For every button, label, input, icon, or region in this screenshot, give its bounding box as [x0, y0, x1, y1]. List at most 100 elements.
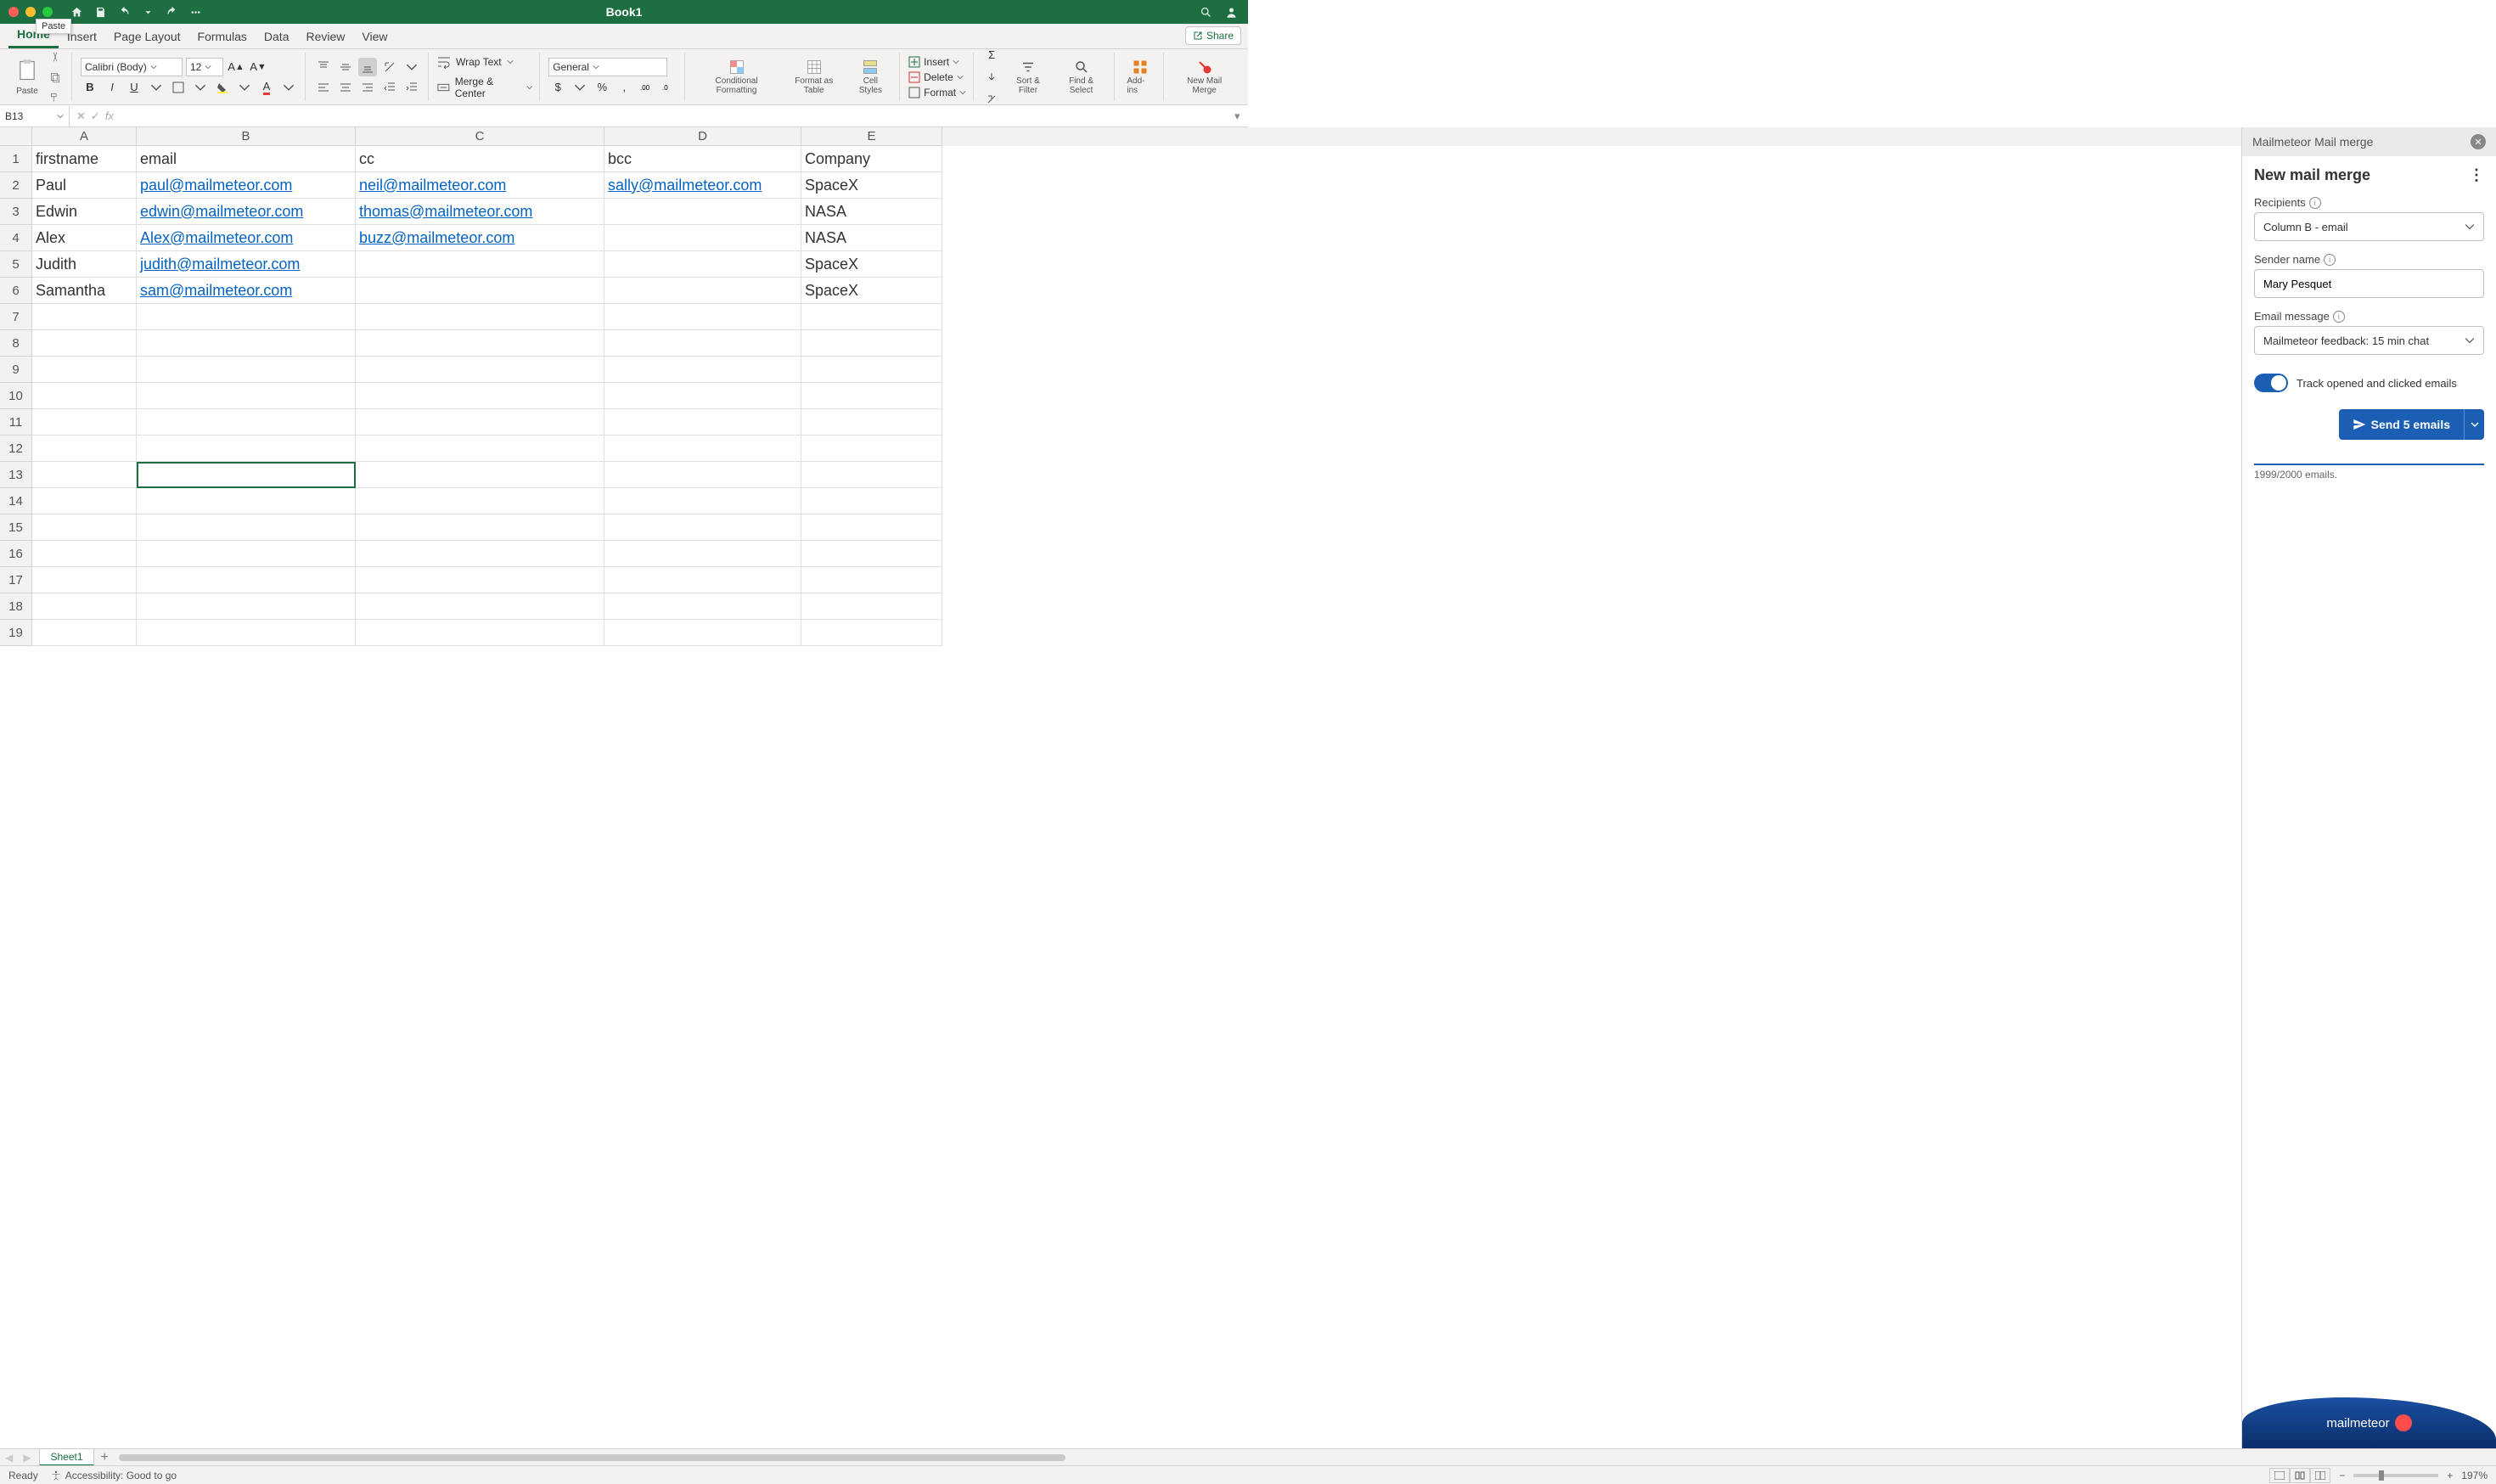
cell-D7[interactable] [604, 304, 801, 330]
cell-E10[interactable] [801, 383, 942, 409]
cell-C17[interactable] [356, 567, 604, 593]
cell-D1[interactable]: bcc [604, 146, 801, 172]
col-header-E[interactable]: E [801, 127, 942, 146]
send-emails-button[interactable]: Send 5 emails [2339, 409, 2464, 440]
sheet-tab-sheet1[interactable]: Sheet1 [39, 1448, 93, 1466]
cell-A18[interactable] [32, 593, 137, 620]
share-button[interactable]: Share [1185, 26, 1241, 45]
decrease-decimal-icon[interactable]: .0 [659, 78, 677, 97]
cell-C16[interactable] [356, 541, 604, 567]
cell-D6[interactable] [604, 278, 801, 304]
row-header[interactable]: 7 [0, 304, 32, 330]
row-header[interactable]: 13 [0, 462, 32, 488]
cell-B14[interactable] [137, 488, 356, 514]
view-normal-icon[interactable] [2269, 1468, 2290, 1483]
row-header[interactable]: 8 [0, 330, 32, 357]
tab-review[interactable]: Review [297, 25, 353, 48]
cell-B17[interactable] [137, 567, 356, 593]
increase-indent-icon[interactable] [402, 78, 421, 97]
increase-font-icon[interactable]: A▲ [227, 58, 245, 76]
row-header[interactable]: 3 [0, 199, 32, 225]
addins-button[interactable]: Add-ins [1123, 58, 1156, 97]
recipients-select[interactable]: Column B - email [2254, 212, 2484, 241]
delete-cells-button[interactable]: Delete [908, 71, 966, 83]
cell-D15[interactable] [604, 514, 801, 541]
cell-D2[interactable]: sally@mailmeteor.com [604, 172, 801, 199]
row-header[interactable]: 14 [0, 488, 32, 514]
cell-E8[interactable] [801, 330, 942, 357]
cell-D3[interactable] [604, 199, 801, 225]
row-header[interactable]: 18 [0, 593, 32, 620]
decrease-indent-icon[interactable] [380, 78, 399, 97]
fill-icon[interactable] [982, 68, 1001, 87]
align-middle-icon[interactable] [336, 58, 355, 76]
cell-B3[interactable]: edwin@mailmeteor.com [137, 199, 356, 225]
cell-styles-button[interactable]: Cell Styles [849, 58, 892, 97]
autosum-icon[interactable]: Σ [982, 46, 1001, 65]
cell-A8[interactable] [32, 330, 137, 357]
cell-E1[interactable]: Company [801, 146, 942, 172]
cell-C1[interactable]: cc [356, 146, 604, 172]
orientation-icon[interactable] [380, 58, 399, 76]
cell-D19[interactable] [604, 620, 801, 646]
cell-C14[interactable] [356, 488, 604, 514]
cell-C19[interactable] [356, 620, 604, 646]
cell-B6[interactable]: sam@mailmeteor.com [137, 278, 356, 304]
cell-A6[interactable]: Samantha [32, 278, 137, 304]
insert-cells-button[interactable]: Insert [908, 56, 966, 68]
cell-A4[interactable]: Alex [32, 225, 137, 251]
cell-C15[interactable] [356, 514, 604, 541]
cell-E12[interactable] [801, 436, 942, 462]
cell-D14[interactable] [604, 488, 801, 514]
cell-D16[interactable] [604, 541, 801, 567]
undo-icon[interactable] [117, 5, 131, 19]
cell-D18[interactable] [604, 593, 801, 620]
comma-icon[interactable]: , [615, 78, 633, 97]
formula-bar-expand-icon[interactable]: ▾ [1234, 110, 1245, 123]
cell-A14[interactable] [32, 488, 137, 514]
info-icon[interactable]: i [2324, 254, 2336, 266]
cell-B1[interactable]: email [137, 146, 356, 172]
clear-icon[interactable] [982, 90, 1001, 109]
cell-E2[interactable]: SpaceX [801, 172, 942, 199]
minimize-window-button[interactable] [25, 7, 36, 17]
cell-C10[interactable] [356, 383, 604, 409]
cell-B7[interactable] [137, 304, 356, 330]
cell-A12[interactable] [32, 436, 137, 462]
sidebar-menu-icon[interactable]: ⋮ [2469, 166, 2484, 184]
cell-A7[interactable] [32, 304, 137, 330]
cell-A2[interactable]: Paul [32, 172, 137, 199]
status-accessibility[interactable]: Accessibility: Good to go [50, 1470, 177, 1481]
cell-D8[interactable] [604, 330, 801, 357]
row-header[interactable]: 5 [0, 251, 32, 278]
spreadsheet-grid[interactable]: A B C D E 1firstnameemailccbccCompany2Pa… [0, 127, 2241, 1448]
cell-E11[interactable] [801, 409, 942, 436]
font-color-button[interactable]: A [257, 78, 276, 97]
cell-B19[interactable] [137, 620, 356, 646]
row-header[interactable]: 9 [0, 357, 32, 383]
cell-A13[interactable] [32, 462, 137, 488]
merge-center-button[interactable]: Merge & Center [437, 76, 532, 99]
align-center-icon[interactable] [336, 78, 355, 97]
fill-color-dropdown-icon[interactable] [235, 78, 254, 97]
cell-C4[interactable]: buzz@mailmeteor.com [356, 225, 604, 251]
sort-filter-button[interactable]: Sort & Filter [1004, 58, 1052, 97]
cell-A10[interactable] [32, 383, 137, 409]
font-size-select[interactable]: 12 [186, 58, 223, 76]
row-header[interactable]: 12 [0, 436, 32, 462]
col-header-C[interactable]: C [356, 127, 604, 146]
cell-C13[interactable] [356, 462, 604, 488]
view-page-break-icon[interactable] [2310, 1468, 2330, 1483]
col-header-D[interactable]: D [604, 127, 801, 146]
row-header[interactable]: 6 [0, 278, 32, 304]
tab-view[interactable]: View [353, 25, 396, 48]
cell-B10[interactable] [137, 383, 356, 409]
cell-B9[interactable] [137, 357, 356, 383]
cell-A1[interactable]: firstname [32, 146, 137, 172]
cell-E5[interactable]: SpaceX [801, 251, 942, 278]
bold-button[interactable]: B [81, 78, 99, 97]
zoom-slider[interactable] [2353, 1474, 2438, 1477]
col-header-A[interactable]: A [32, 127, 137, 146]
zoom-out-button[interactable]: − [2339, 1470, 2345, 1481]
close-window-button[interactable] [8, 7, 19, 17]
